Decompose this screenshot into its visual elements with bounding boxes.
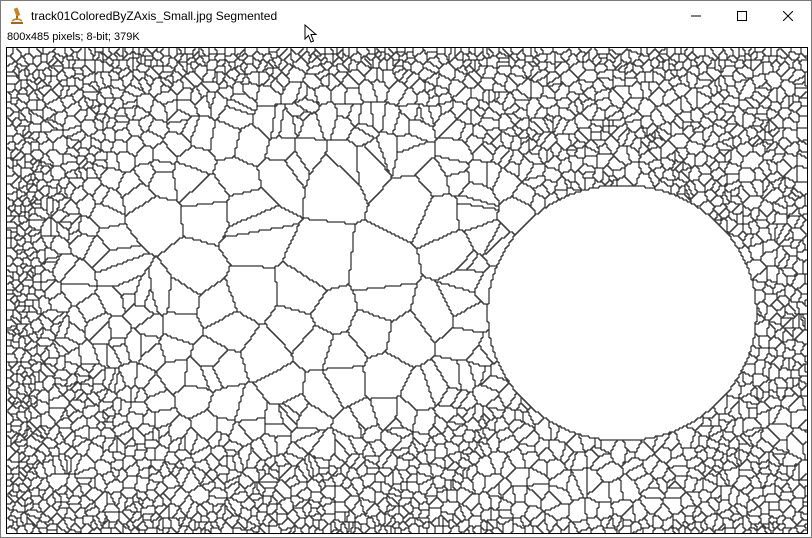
maximize-button[interactable] [719,1,765,31]
minimize-icon [691,11,701,21]
minimize-button[interactable] [673,1,719,31]
segmentation-boundaries [7,48,807,533]
mouse-cursor-icon [304,23,318,44]
title-bar[interactable]: track01ColoredByZAxis_Small.jpg Segmente… [1,1,811,31]
close-button[interactable] [765,1,811,31]
segmented-image [7,48,807,533]
maximize-icon [737,11,747,21]
window-title: track01ColoredByZAxis_Small.jpg Segmente… [31,9,278,23]
close-icon [783,11,793,21]
image-canvas[interactable] [6,47,808,534]
microscope-icon[interactable] [9,7,25,25]
image-info: 800x485 pixels; 8-bit; 379K [7,31,140,43]
image-window: track01ColoredByZAxis_Small.jpg Segmente… [0,0,812,538]
